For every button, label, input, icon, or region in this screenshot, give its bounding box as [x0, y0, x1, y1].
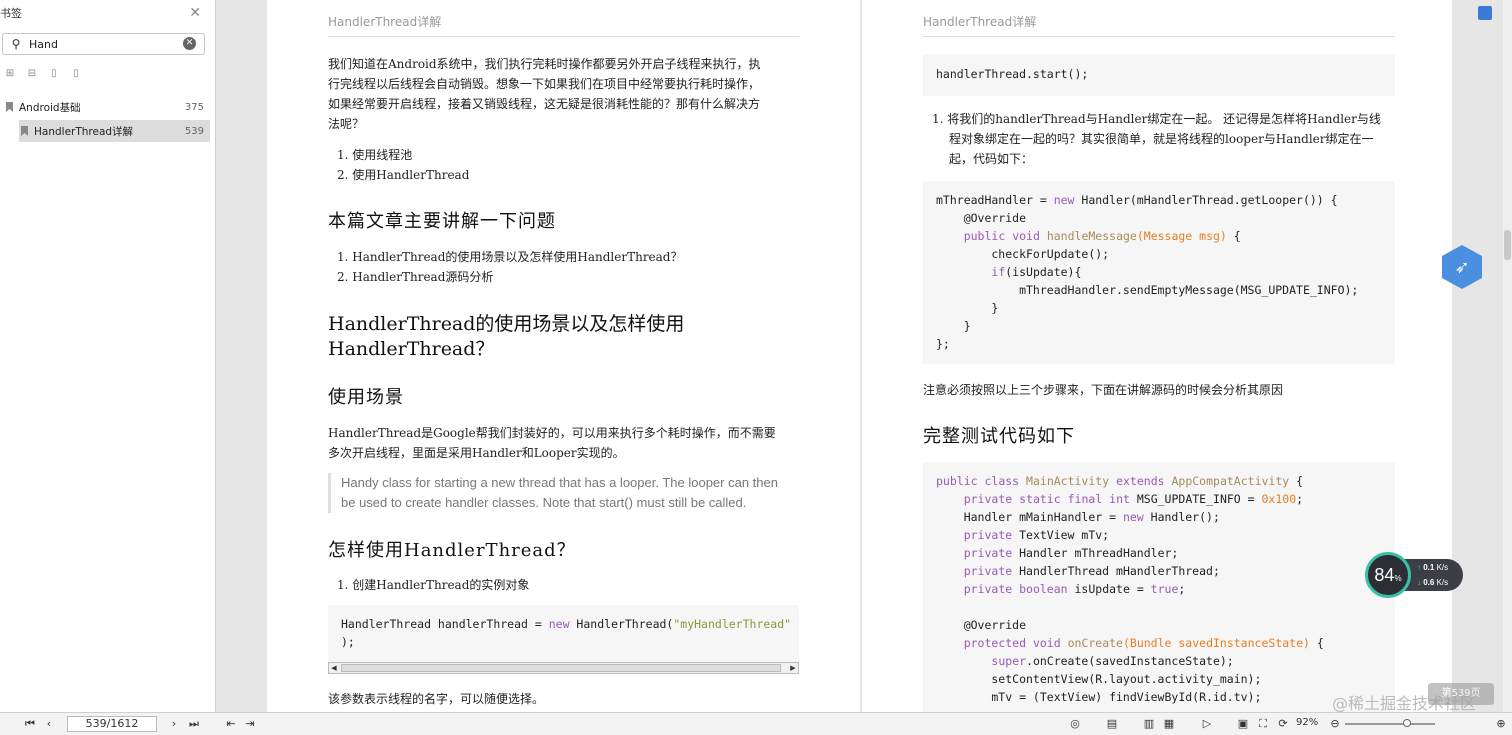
- sidebar-toolbar: ⊞ ⊟ ▯ ▯: [4, 68, 82, 80]
- forward-icon[interactable]: ⇥: [243, 717, 257, 730]
- vertical-scrollbar[interactable]: [1503, 0, 1512, 712]
- code-block-full: public class MainActivity extends AppCom…: [923, 462, 1395, 712]
- note-paragraph: 注意必须按照以上三个步骤来，下面在讲解源码的时候会分析其原因: [923, 383, 1284, 397]
- rotate-icon[interactable]: ⟳: [1276, 717, 1290, 730]
- page-left: HandlerThread详解 我们知道在Android系统中，我们执行完耗时操…: [267, 0, 860, 712]
- solution-item: 2. 使用HandlerThread: [337, 168, 470, 182]
- sidebar-item-android-basics[interactable]: Android基础 375: [0, 96, 210, 118]
- close-icon[interactable]: ✕: [189, 5, 201, 21]
- sidebar-item-label: HandlerThread详解: [34, 125, 134, 138]
- code-horizontal-scrollbar[interactable]: ◀ ▶: [328, 662, 799, 674]
- bind-paragraph: 1. 将我们的handlerThread与Handler绑定在一起。 还记得是怎…: [932, 112, 1381, 166]
- zoom-slider-knob[interactable]: [1403, 719, 1411, 727]
- running-header: HandlerThread详解: [923, 15, 1037, 29]
- upload-speed: ↑ 0.1 K/s: [1417, 563, 1449, 572]
- prev-page-icon[interactable]: ‹: [42, 717, 56, 730]
- last-page-icon[interactable]: ⏭: [187, 717, 201, 731]
- fit-width-icon[interactable]: ⛶: [1256, 717, 1270, 731]
- add-bookmark-icon[interactable]: ▯: [48, 68, 60, 80]
- bookmark-sidebar: 书签 ✕ ⚲ ✕ ⊞ ⊟ ▯ ▯ Android基础 375 HandlerTh…: [0, 0, 216, 712]
- bookmark-flag-icon: [21, 126, 28, 136]
- running-header: HandlerThread详解: [328, 15, 442, 29]
- search-input[interactable]: [29, 37, 179, 51]
- sidebar-item-page: 539: [184, 125, 204, 137]
- next-page-icon[interactable]: ›: [167, 717, 181, 730]
- play-icon[interactable]: ▷: [1200, 717, 1214, 730]
- zoom-level[interactable]: 92%: [1296, 717, 1318, 728]
- sidebar-title: 书签: [0, 7, 22, 20]
- arrow-up-icon: ↑: [1417, 563, 1421, 572]
- first-page-icon[interactable]: ⏮: [23, 717, 37, 731]
- question-item: 1. HandlerThread的使用场景以及怎样使用HandlerThread…: [337, 250, 683, 264]
- document-viewport[interactable]: HandlerThread详解 我们知道在Android系统中，我们执行完耗时操…: [217, 0, 1512, 712]
- single-page-icon[interactable]: ▤: [1105, 717, 1119, 730]
- code-block-create: HandlerThread handlerThread = new Handle…: [328, 605, 799, 663]
- param-note: 该参数表示线程的名字，可以随便选择。: [328, 692, 545, 706]
- back-icon[interactable]: ⇤: [224, 717, 238, 730]
- zoom-out-icon[interactable]: ⊖: [1328, 717, 1342, 730]
- blockquote: Handy class for starting a new thread th…: [328, 473, 803, 513]
- sidebar-item-handlerthread[interactable]: HandlerThread详解 539: [19, 120, 210, 142]
- system-monitor-widget[interactable]: 84% ↑ 0.1 K/s ↓ 0.6 K/s: [1365, 552, 1463, 598]
- zoom-in-icon[interactable]: ⊕: [1494, 717, 1508, 730]
- header-divider: [923, 36, 1395, 37]
- fit-page-icon[interactable]: ▣: [1236, 717, 1250, 730]
- step-item: 1. 创建HandlerThread的实例对象: [337, 578, 530, 592]
- search-icon: ⚲: [11, 37, 21, 51]
- app-tray-icon[interactable]: [1478, 6, 1492, 20]
- two-page-icon[interactable]: ▦: [1162, 717, 1176, 730]
- sidebar-item-label: Android基础: [19, 101, 81, 114]
- status-bar: ⏮ ‹ 539/1612 › ⏭ ⇤ ⇥ ◎ ▤ ▥ ▦ ▷ ▣ ⛶ ⟳ 92%…: [0, 712, 1512, 735]
- heading-usage-main: HandlerThread的使用场景以及怎样使用 HandlerThread？: [328, 313, 685, 360]
- zoom-slider[interactable]: [1345, 719, 1435, 727]
- download-speed: ↓ 0.6 K/s: [1417, 578, 1449, 587]
- bookmark-search[interactable]: ⚲ ✕: [2, 33, 205, 55]
- arrow-down-icon: ↓: [1417, 578, 1421, 587]
- continuous-page-icon[interactable]: ▥: [1142, 717, 1156, 730]
- page-right: HandlerThread详解 handlerThread.start(); 1…: [862, 0, 1452, 712]
- heading-scene: 使用场景: [328, 387, 404, 408]
- heading-how: 怎样使用HandlerThread？: [328, 540, 576, 561]
- scrollbar-thumb[interactable]: [1504, 230, 1511, 260]
- code-block-bind: mThreadHandler = new Handler(mHandlerThr…: [923, 181, 1395, 364]
- intro-paragraph: 我们知道在Android系统中，我们执行完耗时操作都要另外开启子线程来执行，执 …: [328, 57, 761, 131]
- scroll-left-icon[interactable]: ◀: [329, 663, 339, 673]
- question-item: 2. HandlerThread源码分析: [337, 270, 494, 284]
- scrollbar-thumb[interactable]: [341, 664, 781, 672]
- page-number-input[interactable]: 539/1612: [67, 716, 157, 732]
- sidebar-header: 书签 ✕: [0, 0, 215, 26]
- heading-questions: 本篇文章主要讲解一下问题: [328, 211, 556, 232]
- sidebar-item-page: 375: [184, 101, 204, 113]
- code-block-start: handlerThread.start();: [923, 54, 1395, 96]
- eye-care-icon[interactable]: ◎: [1068, 717, 1082, 730]
- solution-item: 1. 使用线程池: [337, 148, 413, 162]
- collapse-all-icon[interactable]: ⊟: [26, 68, 38, 80]
- scroll-right-icon[interactable]: ▶: [788, 663, 798, 673]
- heading-full-code: 完整测试代码如下: [923, 426, 1075, 447]
- page-label-button[interactable]: 第539页: [1428, 683, 1494, 705]
- header-divider: [328, 36, 799, 37]
- bookmark-icon[interactable]: ▯: [70, 68, 82, 80]
- clear-search-icon[interactable]: ✕: [183, 37, 196, 50]
- cpu-gauge: 84%: [1365, 552, 1411, 598]
- bookmark-flag-icon: [6, 102, 13, 112]
- expand-all-icon[interactable]: ⊞: [4, 68, 16, 80]
- scene-paragraph: HandlerThread是Google帮我们封装好的，可以用来执行多个耗时操作…: [328, 426, 776, 460]
